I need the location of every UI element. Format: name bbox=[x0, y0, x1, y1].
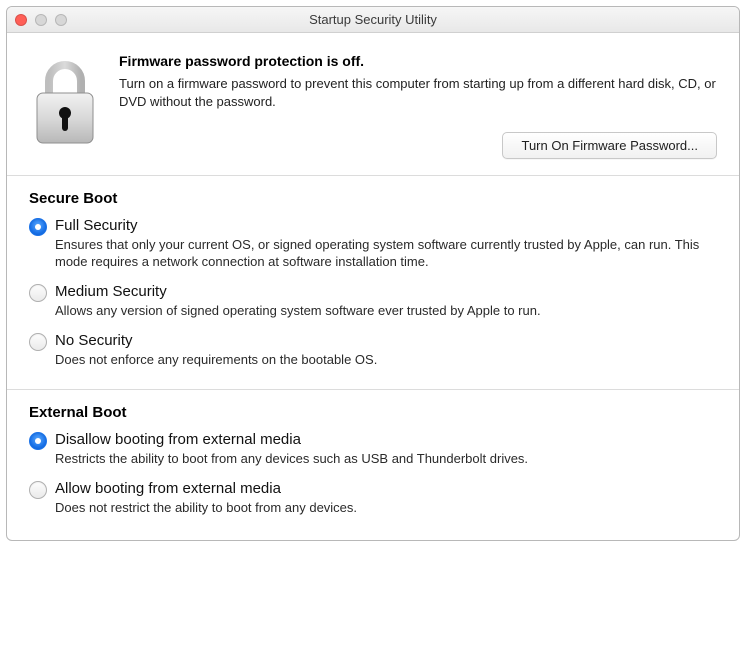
option-label: No Security bbox=[55, 332, 717, 350]
option-label: Allow booting from external media bbox=[55, 480, 717, 498]
radio-allow-external[interactable] bbox=[29, 481, 47, 499]
option-label: Disallow booting from external media bbox=[55, 431, 717, 449]
option-medium-security[interactable]: Medium Security Allows any version of si… bbox=[29, 283, 717, 320]
turn-on-firmware-password-button[interactable]: Turn On Firmware Password... bbox=[502, 132, 717, 159]
option-no-security[interactable]: No Security Does not enforce any require… bbox=[29, 332, 717, 369]
option-label: Full Security bbox=[55, 217, 717, 235]
option-full-security[interactable]: Full Security Ensures that only your cur… bbox=[29, 217, 717, 271]
traffic-lights bbox=[15, 14, 67, 26]
option-desc: Ensures that only your current OS, or si… bbox=[55, 237, 717, 271]
radio-full-security[interactable] bbox=[29, 218, 47, 236]
option-desc: Allows any version of signed operating s… bbox=[55, 303, 717, 320]
option-label: Medium Security bbox=[55, 283, 717, 301]
window-title: Startup Security Utility bbox=[7, 12, 739, 27]
zoom-button bbox=[55, 14, 67, 26]
option-disallow-external[interactable]: Disallow booting from external media Res… bbox=[29, 431, 717, 468]
firmware-text: Firmware password protection is off. Tur… bbox=[119, 53, 717, 159]
option-allow-external[interactable]: Allow booting from external media Does n… bbox=[29, 480, 717, 517]
minimize-button bbox=[35, 14, 47, 26]
titlebar: Startup Security Utility bbox=[7, 7, 739, 33]
external-boot-section: External Boot Disallow booting from exte… bbox=[7, 390, 739, 541]
radio-disallow-external[interactable] bbox=[29, 432, 47, 450]
radio-medium-security[interactable] bbox=[29, 284, 47, 302]
firmware-description: Turn on a firmware password to prevent t… bbox=[119, 75, 717, 110]
external-boot-title: External Boot bbox=[29, 404, 717, 421]
close-button[interactable] bbox=[15, 14, 27, 26]
secure-boot-section: Secure Boot Full Security Ensures that o… bbox=[7, 176, 739, 390]
option-desc: Does not enforce any requirements on the… bbox=[55, 352, 717, 369]
option-desc: Restricts the ability to boot from any d… bbox=[55, 451, 717, 468]
firmware-header: Firmware password protection is off. Tur… bbox=[7, 33, 739, 176]
secure-boot-title: Secure Boot bbox=[29, 190, 717, 207]
window: Startup Security Utility bbox=[6, 6, 740, 541]
radio-no-security[interactable] bbox=[29, 333, 47, 351]
lock-icon bbox=[29, 57, 101, 159]
firmware-heading: Firmware password protection is off. bbox=[119, 53, 717, 69]
option-desc: Does not restrict the ability to boot fr… bbox=[55, 500, 717, 517]
